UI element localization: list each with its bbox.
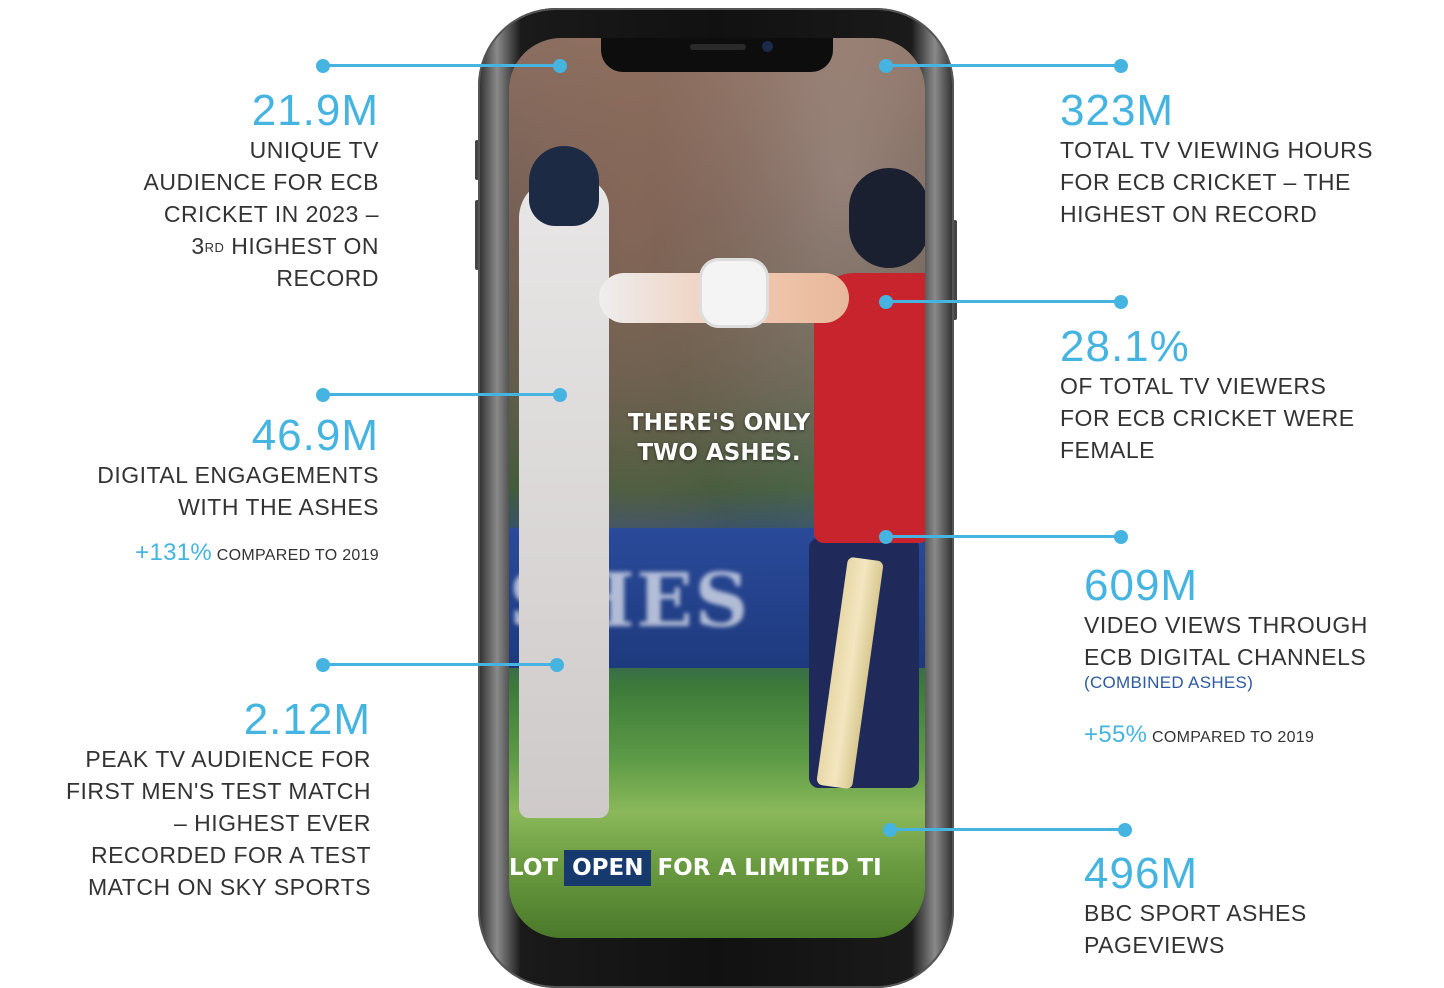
desc-line: UNIQUE TV — [249, 137, 379, 163]
connector-dot — [1118, 823, 1132, 837]
stat-value: 496M — [1084, 849, 1199, 898]
comparison-percent: +131% — [135, 539, 213, 566]
player-right-helmet — [849, 168, 925, 268]
connector-line — [886, 64, 1121, 67]
ticker: LOT OPEN FOR A LIMITED TI — [509, 850, 925, 886]
desc-line: FOR ECB CRICKET WERE — [1060, 405, 1355, 431]
connector-dot — [553, 388, 567, 402]
tagline: THERE'S ONLY TWO ASHES. — [569, 408, 869, 468]
connector-line — [323, 64, 560, 67]
stat-unique-tv-audience: 21.9M UNIQUE TV AUDIENCE FOR ECB CRICKET… — [144, 88, 379, 294]
stat-value: 28.1% — [1060, 322, 1190, 371]
comparison-percent: +55% — [1084, 721, 1148, 748]
stat-value: 609M — [1084, 561, 1199, 610]
stat-comparison: +55% COMPARED TO 2019 — [1084, 721, 1368, 749]
connector-line — [323, 663, 557, 666]
stat-bbc-pageviews: 496M BBC SPORT ASHES PAGEVIEWS — [1084, 851, 1307, 961]
stat-female-viewers: 28.1% OF TOTAL TV VIEWERS FOR ECB CRICKE… — [1060, 324, 1355, 466]
desc-line: RECORD — [276, 265, 379, 291]
connector-dot — [1114, 530, 1128, 544]
desc-line: FIRST MEN'S TEST MATCH — [65, 778, 371, 804]
connector-line — [886, 300, 1121, 303]
stat-description: UNIQUE TV AUDIENCE FOR ECB CRICKET IN 20… — [144, 134, 379, 294]
desc-line: HIGHEST ON RECORD — [1060, 201, 1318, 227]
desc-line: MATCH ON SKY SPORTS — [88, 874, 371, 900]
desc-line: AUDIENCE FOR ECB — [143, 169, 379, 195]
comparison-text: COMPARED TO 2019 — [216, 547, 379, 564]
tagline-line-2: TWO ASHES. — [637, 440, 801, 466]
stat-description: TOTAL TV VIEWING HOURS FOR ECB CRICKET –… — [1060, 134, 1373, 230]
desc-line: WITH THE ASHES — [178, 494, 379, 520]
desc-line: FEMALE — [1060, 437, 1156, 463]
connector-line — [323, 393, 560, 396]
desc-line: DIGITAL ENGAGEMENTS — [97, 462, 379, 488]
stat-total-viewing-hours: 323M TOTAL TV VIEWING HOURS FOR ECB CRIC… — [1060, 88, 1373, 230]
desc-line: TOTAL TV VIEWING HOURS — [1060, 137, 1374, 163]
stat-video-views: 609M VIDEO VIEWS THROUGH ECB DIGITAL CHA… — [1084, 563, 1368, 749]
stat-digital-engagements: 46.9M DIGITAL ENGAGEMENTS WITH THE ASHES… — [97, 413, 379, 567]
desc-line: BBC SPORT ASHES — [1084, 900, 1307, 926]
desc-line: FOR ECB CRICKET – THE — [1060, 169, 1351, 195]
stat-description: DIGITAL ENGAGEMENTS WITH THE ASHES — [97, 459, 379, 523]
desc-line: 3RD HIGHEST ON — [144, 230, 379, 262]
stat-description: BBC SPORT ASHES PAGEVIEWS — [1084, 897, 1307, 961]
connector-dot — [1114, 59, 1128, 73]
comparison-text: COMPARED TO 2019 — [1152, 729, 1315, 746]
ticker-pre: LOT — [509, 855, 559, 881]
stat-comparison: +131% COMPARED TO 2019 — [97, 539, 379, 567]
stat-value: 21.9M — [251, 86, 379, 135]
phone-camera — [762, 41, 773, 52]
connector-dot — [553, 59, 567, 73]
desc-line: VIDEO VIEWS THROUGH — [1084, 612, 1368, 638]
desc-line: PAGEVIEWS — [1084, 932, 1225, 958]
connector-line — [886, 535, 1121, 538]
player-left-helmet — [529, 146, 599, 226]
phone-speaker — [690, 44, 746, 50]
stat-description: PEAK TV AUDIENCE FOR FIRST MEN'S TEST MA… — [66, 743, 371, 903]
ticker-open: OPEN — [564, 850, 652, 886]
desc-part: HIGHEST ON — [224, 233, 379, 259]
desc-part: 3 — [191, 233, 205, 259]
desc-line: ECB DIGITAL CHANNELS — [1084, 644, 1367, 670]
desc-line: CRICKET IN 2023 – — [163, 201, 379, 227]
stat-value: 323M — [1060, 86, 1175, 135]
stat-description: OF TOTAL TV VIEWERS FOR ECB CRICKET WERE… — [1060, 370, 1355, 466]
fist-bump-gloves — [699, 258, 769, 328]
desc-line: OF TOTAL TV VIEWERS — [1060, 373, 1327, 399]
desc-line: – HIGHEST EVER — [173, 810, 371, 836]
phone-screen: SHES THERE'S ONLY TWO ASHES. LOT OPEN FOR … — [509, 38, 925, 938]
desc-line: RECORDED FOR A TEST — [90, 842, 371, 868]
desc-line: PEAK TV AUDIENCE FOR — [85, 746, 371, 772]
stat-peak-tv-audience: 2.12M PEAK TV AUDIENCE FOR FIRST MEN'S T… — [66, 697, 371, 903]
connector-dot — [550, 658, 564, 672]
tagline-line-1: THERE'S ONLY — [627, 410, 811, 436]
stat-subtext: (COMBINED ASHES) — [1084, 673, 1254, 692]
stat-value: 2.12M — [243, 695, 371, 744]
stat-value: 46.9M — [251, 411, 379, 460]
player-left — [519, 178, 609, 818]
desc-superscript: RD — [204, 240, 225, 255]
connector-line — [890, 828, 1125, 831]
ticker-post: FOR A LIMITED TI — [657, 855, 882, 881]
connector-dot — [1114, 295, 1128, 309]
stat-description: VIDEO VIEWS THROUGH ECB DIGITAL CHANNELS — [1084, 609, 1368, 673]
